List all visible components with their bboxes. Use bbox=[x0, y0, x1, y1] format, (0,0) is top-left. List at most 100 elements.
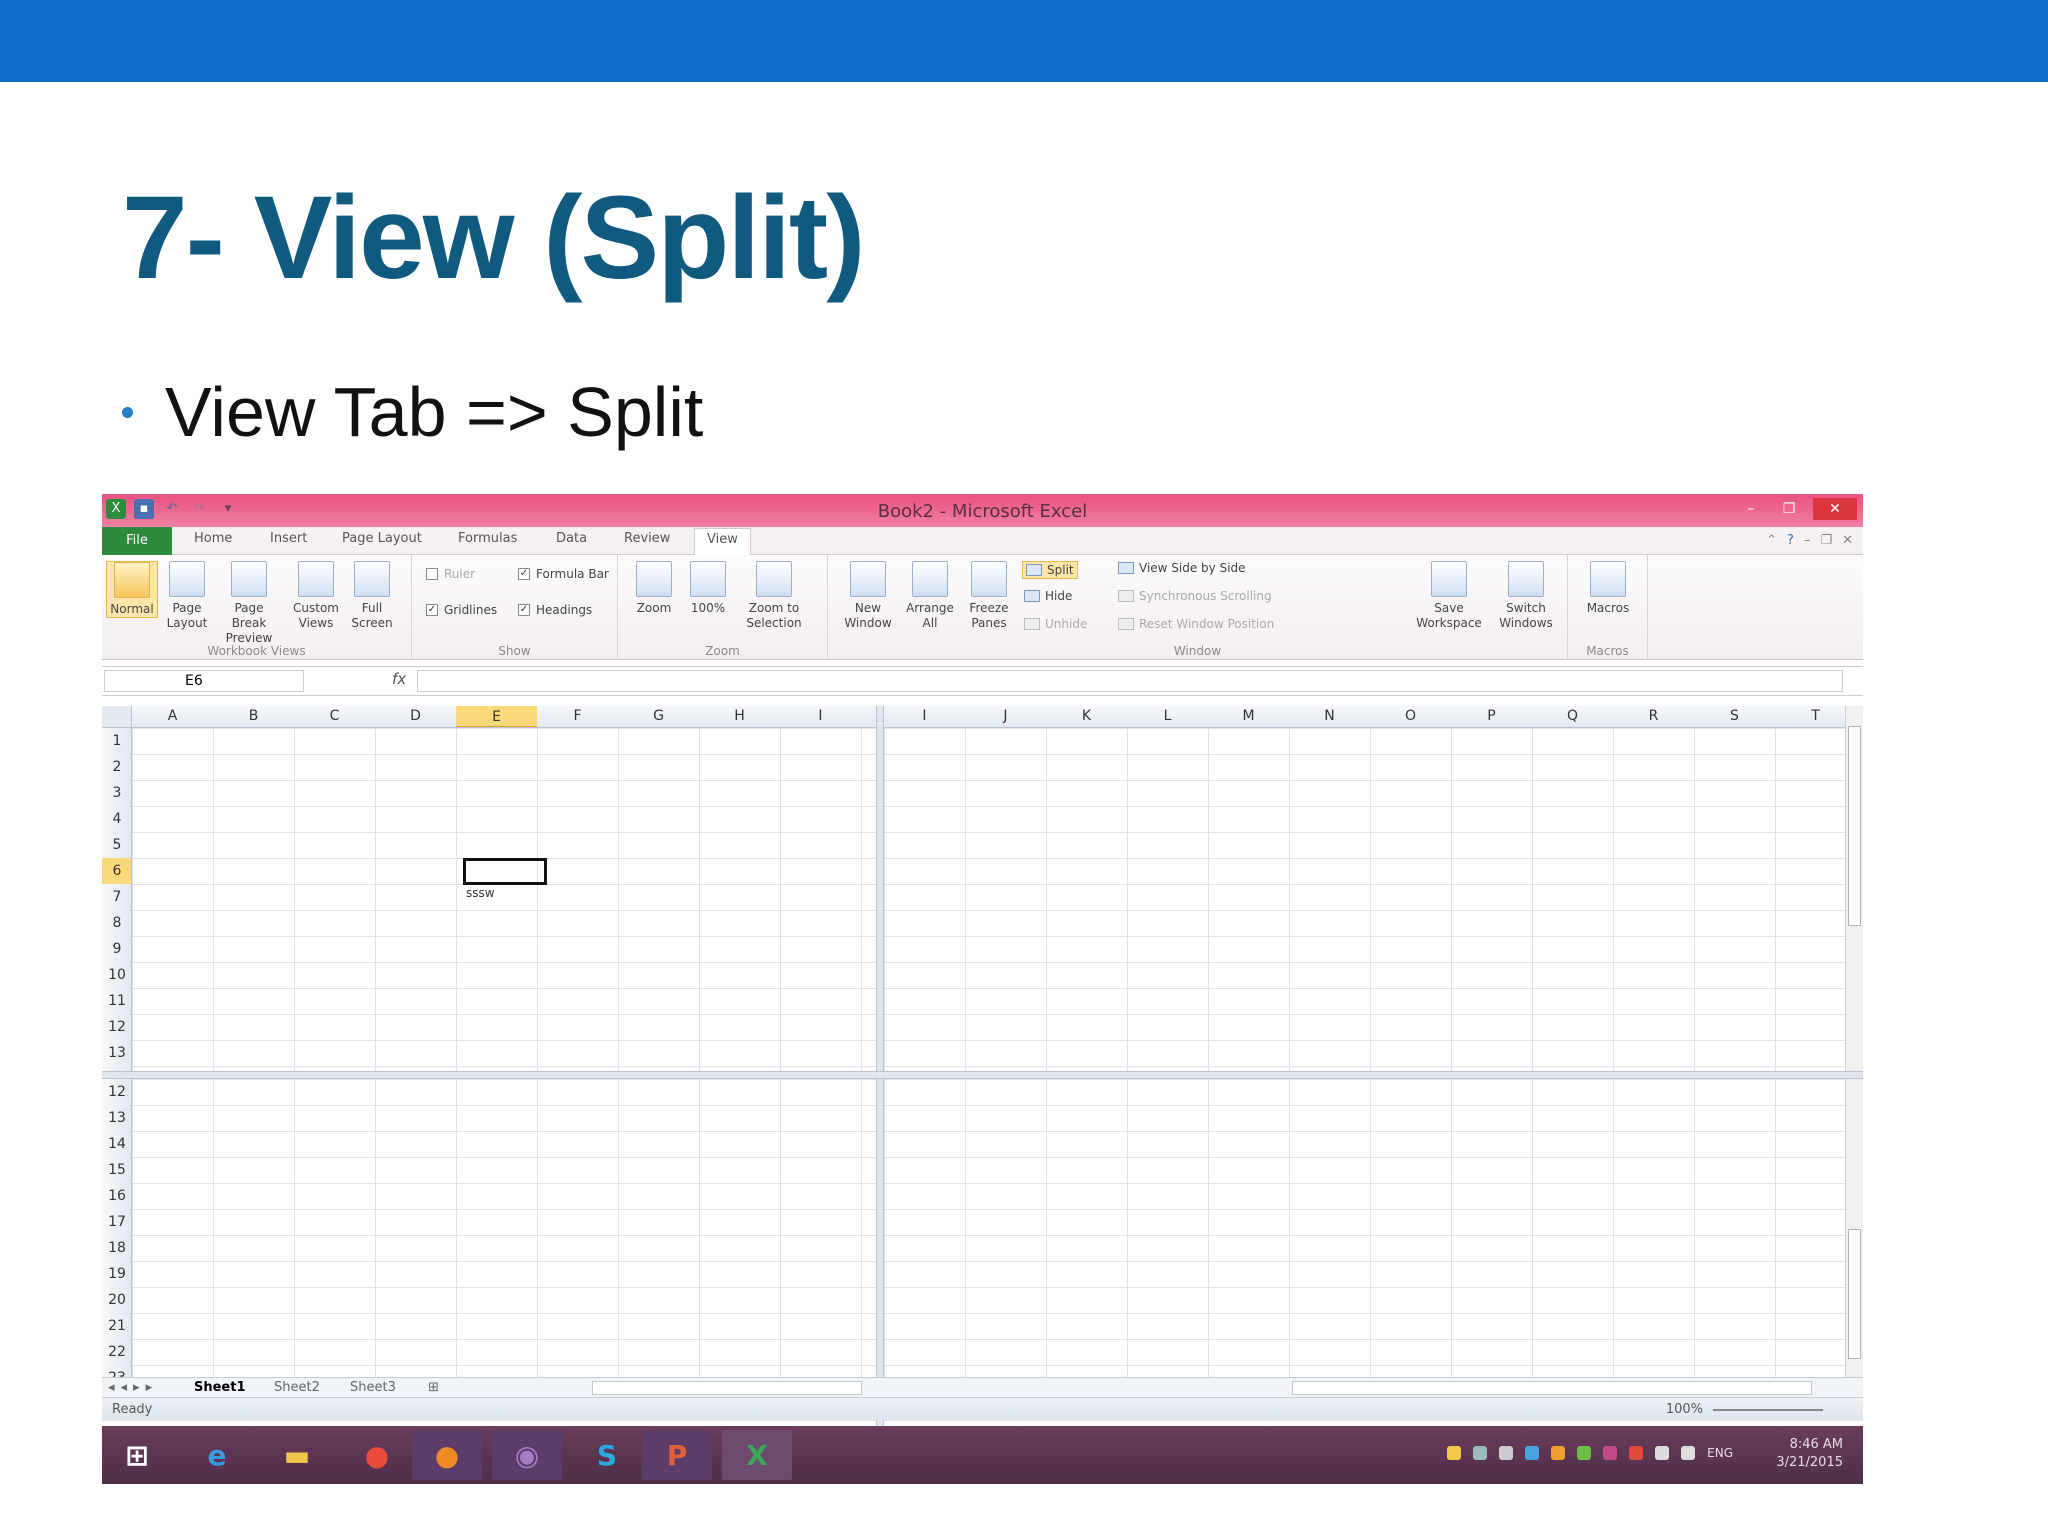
column-header-s[interactable]: S bbox=[1694, 708, 1775, 724]
row-header-10[interactable]: 10 bbox=[102, 962, 131, 988]
tray-icon[interactable] bbox=[1629, 1446, 1644, 1460]
pane-top-left[interactable] bbox=[132, 728, 876, 1071]
view-side-by-side-button[interactable]: View Side by Side bbox=[1118, 561, 1246, 575]
scroll-thumb[interactable] bbox=[1848, 726, 1861, 926]
column-header-h[interactable]: H bbox=[699, 708, 780, 724]
row-header-3[interactable]: 3 bbox=[102, 780, 131, 806]
row-header-23[interactable]: 23 bbox=[102, 1365, 131, 1377]
hide-button[interactable]: Hide bbox=[1024, 589, 1072, 603]
tray-icon[interactable] bbox=[1603, 1446, 1618, 1460]
column-header-j[interactable]: J bbox=[965, 708, 1046, 724]
row-header-18[interactable]: 18 bbox=[102, 1235, 131, 1261]
row-header-7[interactable]: 7 bbox=[102, 884, 131, 910]
powerpoint-icon[interactable]: P bbox=[642, 1430, 712, 1480]
language-indicator[interactable]: ENG bbox=[1707, 1446, 1733, 1460]
normal-view-button[interactable]: Normal bbox=[106, 561, 158, 618]
column-header-p[interactable]: P bbox=[1451, 708, 1532, 724]
tray-icon[interactable] bbox=[1577, 1446, 1592, 1460]
column-header-i[interactable]: I bbox=[884, 708, 965, 724]
row-header-13[interactable]: 13 bbox=[102, 1105, 131, 1131]
macros-button[interactable]: Macros bbox=[1578, 561, 1638, 616]
tray-icon[interactable] bbox=[1525, 1446, 1540, 1460]
column-header-g[interactable]: G bbox=[618, 708, 699, 724]
select-all-button[interactable] bbox=[102, 706, 132, 728]
column-header-a[interactable]: A bbox=[132, 708, 213, 724]
sheet-tab-sheet1[interactable]: Sheet1 bbox=[194, 1380, 246, 1395]
tab-home[interactable]: Home bbox=[194, 531, 232, 546]
column-header-e[interactable]: E bbox=[456, 706, 537, 727]
scroll-thumb[interactable] bbox=[1848, 1229, 1861, 1359]
zoom-to-selection-button[interactable]: Zoom to Selection bbox=[738, 561, 810, 631]
column-header-b[interactable]: B bbox=[213, 708, 294, 724]
page-break-preview-button[interactable]: Page Break Preview bbox=[216, 561, 282, 646]
reset-window-position-button[interactable]: Reset Window Position bbox=[1118, 617, 1274, 631]
sheet-tab-sheet3[interactable]: Sheet3 bbox=[350, 1380, 396, 1395]
row-header-15[interactable]: 15 bbox=[102, 1157, 131, 1183]
tab-view[interactable]: View bbox=[694, 528, 751, 555]
pane-bottom-right[interactable] bbox=[884, 1079, 1845, 1377]
close-button[interactable]: ✕ bbox=[1813, 498, 1857, 520]
column-header-r[interactable]: R bbox=[1613, 708, 1694, 724]
column-header-m[interactable]: M bbox=[1208, 708, 1289, 724]
workbook-restore-icon[interactable]: ❐ bbox=[1820, 533, 1832, 548]
tray-icon[interactable] bbox=[1551, 1446, 1566, 1460]
name-box[interactable]: E6 bbox=[104, 670, 304, 692]
row-header-5[interactable]: 5 bbox=[102, 832, 131, 858]
row-header-2[interactable]: 2 bbox=[102, 754, 131, 780]
pane-bottom-left[interactable] bbox=[132, 1079, 876, 1377]
column-header-o[interactable]: O bbox=[1370, 708, 1451, 724]
help-icon[interactable]: ? bbox=[1787, 533, 1794, 548]
arrange-all-button[interactable]: Arrange All bbox=[902, 561, 958, 631]
column-header-f[interactable]: F bbox=[537, 708, 618, 724]
clock[interactable]: 8:46 AM 3/21/2015 bbox=[1776, 1436, 1843, 1472]
row-header-9[interactable]: 9 bbox=[102, 936, 131, 962]
column-header-i[interactable]: I bbox=[780, 708, 861, 724]
viber-icon[interactable]: ◉ bbox=[492, 1430, 562, 1480]
formula-bar-checkbox[interactable]: ✓ Formula Bar bbox=[518, 567, 609, 581]
row-header-22[interactable]: 22 bbox=[102, 1339, 131, 1365]
column-header-c[interactable]: C bbox=[294, 708, 375, 724]
vertical-scrollbar-bottom[interactable] bbox=[1845, 1079, 1863, 1377]
file-explorer-icon[interactable]: ▬ bbox=[262, 1430, 332, 1480]
horizontal-scrollbar-left[interactable] bbox=[592, 1381, 862, 1395]
gridlines-checkbox[interactable]: ✓ Gridlines bbox=[426, 603, 497, 617]
row-header-1[interactable]: 1 bbox=[102, 728, 131, 754]
tray-icon[interactable] bbox=[1473, 1446, 1488, 1460]
column-header-l[interactable]: L bbox=[1127, 708, 1208, 724]
unhide-button[interactable]: Unhide bbox=[1024, 617, 1087, 631]
save-workspace-button[interactable]: Save Workspace bbox=[1412, 561, 1486, 631]
column-header-d[interactable]: D bbox=[375, 708, 456, 724]
row-header-16[interactable]: 16 bbox=[102, 1183, 131, 1209]
row-header-14[interactable]: 14 bbox=[102, 1131, 131, 1157]
row-header-4[interactable]: 4 bbox=[102, 806, 131, 832]
row-header-19[interactable]: 19 bbox=[102, 1261, 131, 1287]
skype-icon[interactable]: S bbox=[572, 1430, 642, 1480]
firefox-icon[interactable]: ● bbox=[412, 1430, 482, 1480]
zoom-level[interactable]: 100% bbox=[1666, 1402, 1703, 1417]
row-header-11[interactable]: 11 bbox=[102, 988, 131, 1014]
zoom-slider[interactable] bbox=[1713, 1409, 1823, 1411]
excel-taskbar-icon[interactable]: X bbox=[722, 1430, 792, 1480]
column-header-k[interactable]: K bbox=[1046, 708, 1127, 724]
tray-icon[interactable] bbox=[1499, 1446, 1514, 1460]
formula-input[interactable] bbox=[417, 670, 1843, 692]
insert-sheet-icon[interactable]: ⊞ bbox=[428, 1380, 439, 1395]
tab-review[interactable]: Review bbox=[624, 531, 670, 546]
row-header-6[interactable]: 6 bbox=[102, 858, 131, 884]
headings-checkbox[interactable]: ✓ Headings bbox=[518, 603, 592, 617]
full-screen-button[interactable]: Full Screen bbox=[346, 561, 398, 631]
row-header-8[interactable]: 8 bbox=[102, 910, 131, 936]
row-header-21[interactable]: 21 bbox=[102, 1313, 131, 1339]
sheet-tab-sheet2[interactable]: Sheet2 bbox=[274, 1380, 320, 1395]
freeze-panes-button[interactable]: Freeze Panes bbox=[962, 561, 1016, 631]
row-header-13[interactable]: 13 bbox=[102, 1040, 131, 1066]
pane-top-right[interactable] bbox=[884, 728, 1845, 1071]
synchronous-scrolling-button[interactable]: Synchronous Scrolling bbox=[1118, 589, 1272, 603]
column-header-n[interactable]: N bbox=[1289, 708, 1370, 724]
horizontal-split-bar[interactable] bbox=[102, 1071, 1863, 1079]
custom-views-button[interactable]: Custom Views bbox=[290, 561, 342, 631]
ruler-checkbox[interactable]: Ruler bbox=[426, 567, 475, 581]
internet-explorer-icon[interactable]: e bbox=[182, 1430, 252, 1480]
column-header-q[interactable]: Q bbox=[1532, 708, 1613, 724]
column-header-t[interactable]: T bbox=[1775, 708, 1845, 724]
